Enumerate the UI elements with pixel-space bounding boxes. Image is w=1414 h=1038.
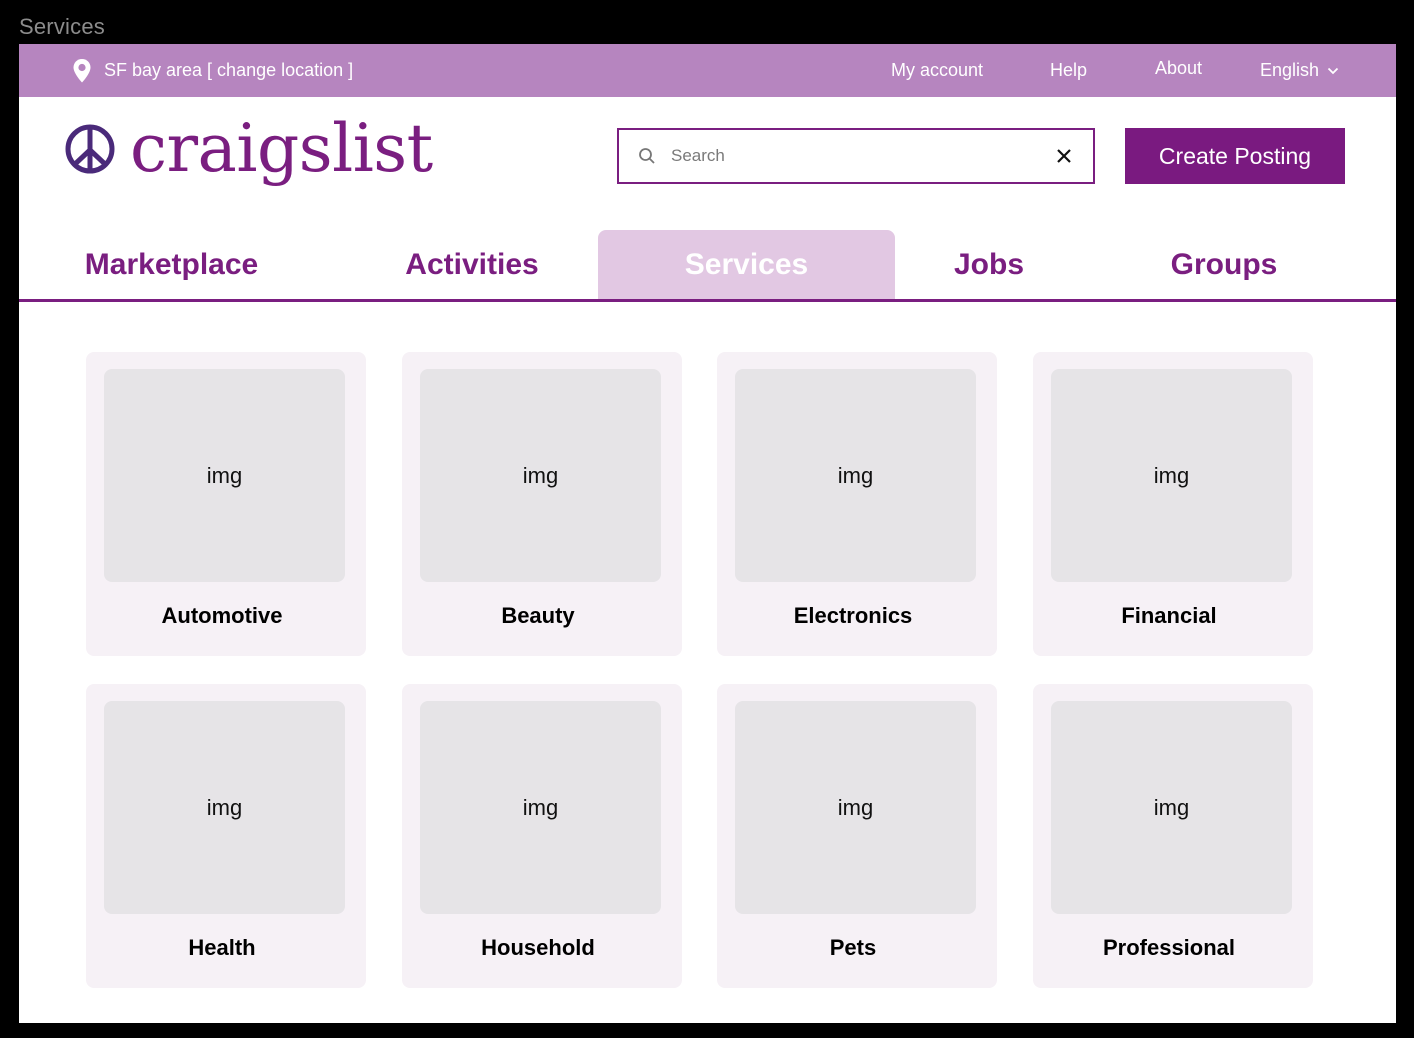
category-image: img bbox=[1051, 701, 1292, 914]
category-card-pets[interactable]: img Pets bbox=[717, 684, 997, 988]
category-label: Automotive bbox=[161, 603, 283, 628]
peace-sign-icon bbox=[65, 124, 115, 174]
category-image: img bbox=[104, 701, 345, 914]
help-link[interactable]: Help bbox=[1050, 44, 1087, 97]
tab-activities[interactable]: Activities bbox=[387, 230, 557, 299]
chevron-down-icon bbox=[1327, 67, 1339, 74]
category-label: Electronics bbox=[793, 603, 913, 628]
category-label: Household bbox=[481, 935, 595, 960]
location-selector[interactable]: SF bay area [ change location ] bbox=[72, 44, 353, 97]
category-card-household[interactable]: img Household bbox=[402, 684, 682, 988]
category-label: Health bbox=[188, 935, 256, 960]
search-box bbox=[617, 128, 1095, 184]
category-card-health[interactable]: img Health bbox=[86, 684, 366, 988]
location-pin-icon bbox=[73, 58, 91, 82]
category-card-financial[interactable]: img Financial bbox=[1033, 352, 1313, 656]
category-image: img bbox=[420, 701, 661, 914]
tab-marketplace[interactable]: Marketplace bbox=[64, 230, 279, 299]
category-card-automotive[interactable]: img Automotive bbox=[86, 352, 366, 656]
category-image: img bbox=[735, 369, 976, 582]
tab-groups[interactable]: Groups bbox=[1154, 230, 1294, 299]
category-card-professional[interactable]: img Professional bbox=[1033, 684, 1313, 988]
window-title: Services bbox=[19, 14, 105, 39]
category-label: Professional bbox=[1102, 935, 1236, 960]
language-label: English bbox=[1260, 60, 1320, 80]
my-account-link[interactable]: My account bbox=[891, 44, 983, 97]
about-link[interactable]: About bbox=[1155, 44, 1202, 95]
search-icon bbox=[639, 148, 655, 164]
tab-services[interactable]: Services bbox=[598, 230, 895, 299]
category-image: img bbox=[1051, 369, 1292, 582]
logo-text: craigslist bbox=[130, 110, 433, 187]
language-selector[interactable]: English bbox=[1260, 44, 1339, 97]
tab-jobs[interactable]: Jobs bbox=[934, 230, 1044, 299]
category-tabs: Marketplace Activities Services Jobs Gro… bbox=[19, 230, 1396, 302]
category-image: img bbox=[420, 369, 661, 582]
close-icon[interactable] bbox=[1055, 147, 1073, 165]
location-text: SF bay area [ change location ] bbox=[104, 60, 354, 80]
category-image: img bbox=[104, 369, 345, 582]
page: SF bay area [ change location ] My accou… bbox=[19, 44, 1396, 1023]
category-label: Pets bbox=[829, 935, 877, 960]
tab-underline bbox=[19, 299, 1396, 302]
category-card-electronics[interactable]: img Electronics bbox=[717, 352, 997, 656]
search-input[interactable] bbox=[671, 146, 1031, 166]
craigslist-logo[interactable]: craigslist bbox=[64, 116, 433, 182]
category-card-beauty[interactable]: img Beauty bbox=[402, 352, 682, 656]
category-image: img bbox=[735, 701, 976, 914]
category-label: Financial bbox=[1121, 603, 1217, 628]
top-bar: SF bay area [ change location ] My accou… bbox=[19, 44, 1396, 97]
create-posting-button[interactable]: Create Posting bbox=[1125, 128, 1345, 184]
category-label: Beauty bbox=[501, 603, 575, 628]
